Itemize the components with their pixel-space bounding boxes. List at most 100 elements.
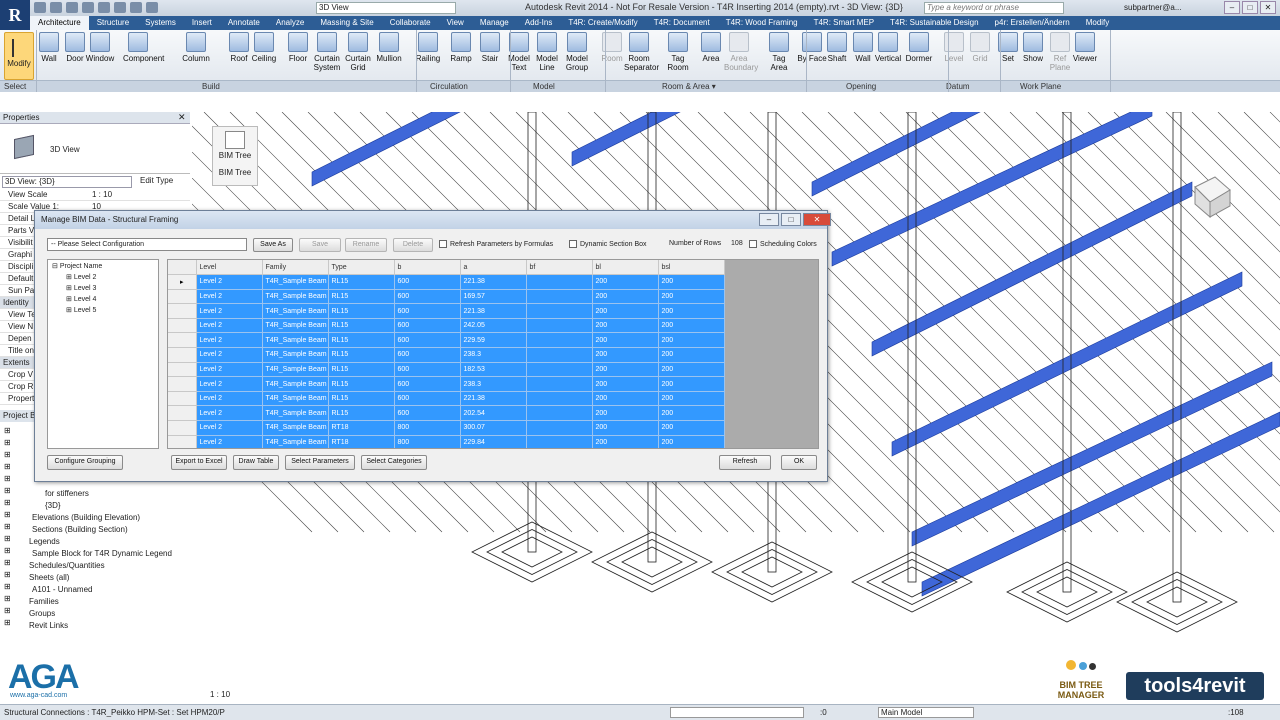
column-header[interactable]: Type [328, 260, 395, 276]
ok-button[interactable]: OK [781, 455, 817, 470]
delete-button[interactable]: Delete [393, 238, 433, 252]
table-cell[interactable]: T4R_Sample Beam [262, 405, 329, 422]
tab-analyze[interactable]: Analyze [268, 16, 312, 30]
table-row[interactable]: Level 2 T4R_Sample Beam RL15 600 238.3 200 200 [168, 376, 725, 392]
table-cell[interactable]: T4R_Sample Beam [262, 347, 329, 363]
table-cell[interactable]: 200 [658, 405, 725, 422]
ribbon-button-model-line[interactable]: Model Line [532, 32, 562, 72]
column-header[interactable]: bl [592, 260, 659, 276]
row-header[interactable] [168, 362, 197, 378]
tree-level-item[interactable]: ⊞ Level 3 [66, 284, 96, 292]
browser-item[interactable]: A101 - Unnamed [32, 585, 92, 594]
property-row[interactable]: View Scale 1 : 10 [0, 189, 190, 201]
table-row[interactable]: Level 2 T4R_Sample Beam RL15 600 182.53 200 20… [168, 362, 725, 378]
ribbon-button-model-group[interactable]: Model Group [562, 32, 592, 72]
table-row[interactable]: Level 2 T4R_Sample Beam RT18 800 300.07 200 20… [168, 420, 725, 436]
table-cell[interactable]: Level 2 [196, 435, 263, 448]
expand-icon[interactable]: ⊞ [4, 606, 11, 615]
table-cell[interactable] [526, 289, 593, 305]
instance-filter-dropdown[interactable]: 3D View: {3D} [2, 176, 132, 188]
ribbon-button-area[interactable]: Area [696, 32, 726, 63]
table-cell[interactable]: 200 [592, 274, 659, 290]
revit-app-menu-button[interactable]: R [0, 0, 30, 32]
table-cell[interactable]: RL15 [328, 289, 395, 305]
table-cell[interactable]: 800 [394, 435, 461, 448]
table-cell[interactable]: 200 [592, 362, 659, 378]
table-row[interactable]: Level 2 T4R_Sample Beam RT18 800 229.84 200 20… [168, 435, 725, 448]
save-button[interactable]: Save [299, 238, 341, 252]
table-cell[interactable]: 200 [658, 347, 725, 363]
table-cell[interactable] [526, 405, 593, 422]
browser-item[interactable]: Legends [29, 537, 60, 546]
save-icon[interactable] [50, 2, 62, 13]
table-cell[interactable]: 200 [658, 376, 725, 392]
ribbon-button-component[interactable]: Component [123, 32, 164, 63]
browser-item[interactable]: Elevations (Building Elevation) [32, 513, 140, 522]
data-grid[interactable]: Level Family Type b a bf bl bsl ▸ Level 2 T4R_Samp… [167, 259, 819, 449]
table-cell[interactable] [526, 332, 593, 349]
configure-grouping-button[interactable]: Configure Grouping [47, 455, 123, 470]
ribbon-button-model-text[interactable]: Model Text [504, 32, 534, 72]
row-header[interactable] [168, 303, 197, 319]
table-cell[interactable]: T4R_Sample Beam [262, 318, 329, 334]
table-cell[interactable]: RL15 [328, 362, 395, 378]
row-header[interactable] [168, 289, 197, 305]
table-row[interactable]: Level 2 T4R_Sample Beam RL15 600 202.54 200 20… [168, 405, 725, 422]
row-header[interactable] [168, 435, 197, 448]
browser-item[interactable]: Sample Block for T4R Dynamic Legend [32, 549, 172, 558]
select-panel-label[interactable]: Select [4, 82, 26, 91]
table-cell[interactable]: 600 [394, 347, 461, 363]
table-row[interactable]: Level 2 T4R_Sample Beam RL15 600 229.59 200 20… [168, 332, 725, 349]
table-cell[interactable]: RL15 [328, 376, 395, 392]
3d-view-icon[interactable] [146, 2, 158, 13]
close-icon[interactable]: ✕ [1260, 1, 1276, 14]
browser-item[interactable]: Schedules/Quantities [29, 561, 105, 570]
tab-add-ins[interactable]: Add-Ins [517, 16, 561, 30]
table-cell[interactable]: 200 [658, 420, 725, 436]
ribbon-button-show[interactable]: Show [1018, 32, 1048, 63]
table-cell[interactable]: 200 [592, 303, 659, 319]
table-cell[interactable]: 200 [592, 289, 659, 305]
table-cell[interactable]: 242.05 [460, 318, 527, 334]
rename-button[interactable]: Rename [345, 238, 387, 252]
table-cell[interactable]: Level 2 [196, 391, 263, 407]
maximize-icon[interactable]: □ [1242, 1, 1258, 14]
help-search-input[interactable]: Type a keyword or phrase [924, 2, 1064, 14]
row-header[interactable] [168, 391, 197, 407]
table-cell[interactable]: T4R_Sample Beam [262, 362, 329, 378]
table-cell[interactable]: 600 [394, 303, 461, 319]
ribbon-button-column[interactable]: Column [181, 32, 211, 63]
table-cell[interactable]: 800 [394, 420, 461, 436]
table-cell[interactable]: Level 2 [196, 274, 263, 290]
tab-annotate[interactable]: Annotate [220, 16, 268, 30]
ribbon-button-floor[interactable]: Floor [283, 32, 313, 63]
expand-icon[interactable]: ⊞ [4, 546, 11, 555]
expand-icon[interactable]: ⊞ [4, 594, 11, 603]
table-cell[interactable]: 221.38 [460, 303, 527, 319]
expand-icon[interactable]: ⊞ [4, 486, 11, 495]
table-cell[interactable]: 200 [658, 289, 725, 305]
row-header[interactable] [168, 376, 197, 392]
table-cell[interactable]: 200 [658, 274, 725, 290]
table-row[interactable]: Level 2 T4R_Sample Beam RL15 600 221.38 200 20… [168, 303, 725, 319]
table-cell[interactable] [526, 391, 593, 407]
redo-icon[interactable] [82, 2, 94, 13]
browser-item[interactable]: Groups [29, 609, 55, 618]
ribbon-button-room-separator[interactable]: Room Separator [624, 32, 659, 72]
close-icon[interactable]: ✕ [178, 112, 186, 123]
table-cell[interactable]: Level 2 [196, 362, 263, 378]
draw-table-button[interactable]: Draw Table [233, 455, 279, 470]
tab-t4r-document[interactable]: T4R: Document [646, 16, 718, 30]
close-icon[interactable]: ✕ [803, 213, 831, 226]
ribbon-button-curtain-grid[interactable]: Curtain Grid [343, 32, 373, 72]
refresh-formulas-checkbox[interactable]: Refresh Parameters by Formulas [439, 240, 553, 248]
current-row-arrow-icon[interactable]: ▸ [168, 274, 197, 290]
tab-massing-site[interactable]: Massing & Site [312, 16, 381, 30]
ribbon-button-stair[interactable]: Stair [475, 32, 505, 63]
ribbon-button-room[interactable]: Room [597, 32, 627, 63]
configuration-select[interactable]: -- Please Select Configuration [47, 238, 247, 251]
table-cell[interactable]: 600 [394, 391, 461, 407]
table-cell[interactable]: T4R_Sample Beam [262, 303, 329, 319]
design-option-dropdown[interactable]: Main Model [878, 707, 974, 718]
table-cell[interactable]: 229.84 [460, 435, 527, 448]
